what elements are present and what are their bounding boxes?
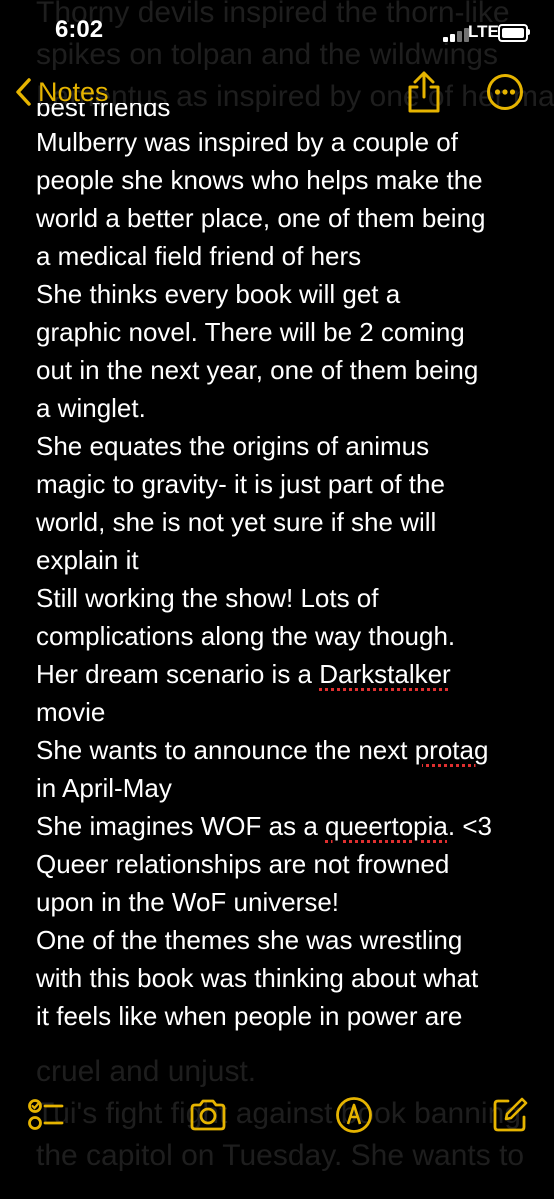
note-line: with this book was thinking about what — [36, 963, 479, 993]
chevron-left-icon — [16, 78, 31, 106]
bottom-toolbar — [0, 1085, 554, 1195]
note-line-text: She wants to announce the next — [36, 735, 415, 765]
battery-tip — [527, 29, 530, 35]
note-line: magic to gravity- it is just part of the — [36, 469, 445, 499]
note-line: a medical field friend of hers — [36, 241, 362, 271]
note-line: She equates the origins of animus — [36, 431, 430, 461]
camera-icon — [190, 1099, 226, 1131]
note-line: Mulberry was inspired by a couple of — [36, 127, 458, 157]
note-line: out in the next year, one of them being — [36, 355, 479, 385]
share-icon — [408, 71, 440, 113]
note-line: complications along the way though. — [36, 621, 456, 651]
markup-pen-icon — [336, 1097, 372, 1133]
note-line: world a better place, one of them being — [36, 203, 486, 233]
note-line-text: Her dream scenario is a — [36, 659, 320, 689]
note-line: upon in the WoF universe! — [36, 887, 340, 917]
more-options-button[interactable] — [485, 72, 525, 117]
ellipsis-circle-icon — [487, 74, 523, 110]
share-button[interactable] — [405, 69, 443, 120]
checklist-icon — [28, 1099, 64, 1130]
note-line: She imagines WOF as a queertopia. <3 — [36, 807, 536, 845]
navigation-bar: Notes — [0, 62, 554, 122]
note-body[interactable]: best friends Mulberry was inspired by a c… — [36, 103, 536, 1035]
note-line: One of the themes she was wrestling — [36, 925, 463, 955]
note-line-text: She imagines WOF as a — [36, 811, 325, 841]
note-line: in April-May — [36, 773, 172, 803]
battery-icon — [498, 24, 528, 42]
markup-button[interactable] — [334, 1095, 374, 1140]
note-line: it feels like when people in power are — [36, 1001, 463, 1031]
note-line: Still working the show! Lots of — [36, 583, 379, 613]
note-line: movie — [36, 697, 106, 727]
back-button[interactable]: Notes — [14, 70, 109, 114]
camera-button[interactable] — [188, 1095, 228, 1140]
status-time: 6:02 — [55, 16, 104, 43]
note-line: Her dream scenario is a Darkstalker — [36, 655, 536, 693]
note-line: explain it — [36, 545, 139, 575]
compose-icon — [493, 1097, 528, 1132]
compose-button[interactable] — [490, 1095, 530, 1140]
back-button-label: Notes — [38, 76, 109, 107]
note-line: She thinks every book will get a — [36, 279, 401, 309]
network-type: LTE — [468, 22, 499, 41]
note-line: people she knows who helps make the — [36, 165, 483, 195]
spellcheck-flagged-word[interactable]: queertopia — [325, 811, 448, 841]
spellcheck-flagged-word[interactable]: Darkstalker — [319, 659, 450, 689]
checklist-button[interactable] — [26, 1095, 66, 1140]
note-line: a winglet. — [36, 393, 146, 423]
status-bar: 6:02 LTE — [0, 0, 554, 62]
notes-screen: Thorny devils inspired the thorn-like sp… — [0, 0, 554, 1199]
spellcheck-flagged-word[interactable]: protag — [415, 735, 489, 765]
note-line: graphic novel. There will be 2 coming — [36, 317, 465, 347]
note-line: Queer relationships are not frowned — [36, 849, 450, 879]
note-line: world, she is not yet sure if she will — [36, 507, 437, 537]
note-line: She wants to announce the next protag — [36, 731, 536, 769]
note-line-text: . <3 — [447, 811, 492, 841]
